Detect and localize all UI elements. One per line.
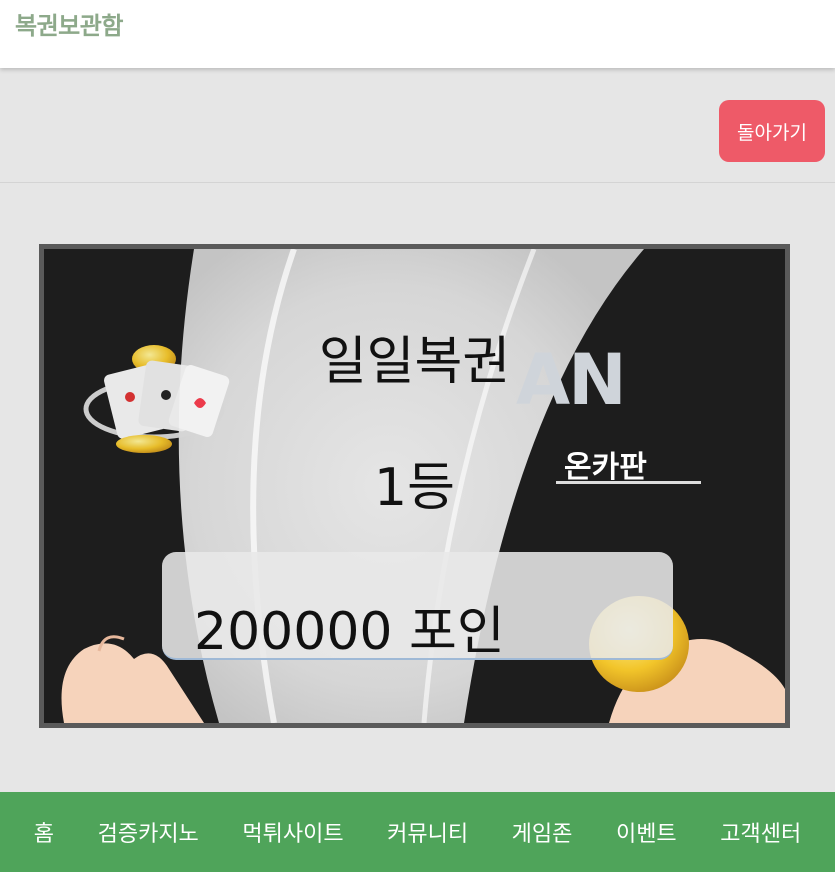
nav-item-events[interactable]: 이벤트 <box>616 816 677 848</box>
lottery-ticket[interactable]: AN 온카판 일일복권 1등 200000 포인 <box>39 244 790 728</box>
nav-item-support[interactable]: 고객센터 <box>720 816 801 848</box>
page-title: 복권보관함 <box>15 12 123 40</box>
nav-item-home[interactable]: 홈 <box>34 816 54 848</box>
lottery-prize: 200000 포인 <box>194 602 505 662</box>
back-button[interactable]: 돌아가기 <box>719 100 825 162</box>
toolbar: 돌아가기 <box>0 70 835 183</box>
nav-item-verified-casino[interactable]: 검증카지노 <box>98 816 199 848</box>
lottery-rank: 1등 <box>374 458 455 518</box>
lottery-name: 일일복권 <box>318 332 511 392</box>
bottom-nav: 홈 검증카지노 먹튀사이트 커뮤니티 게임존 이벤트 고객센터 <box>0 792 835 872</box>
nav-item-scam-sites[interactable]: 먹튀사이트 <box>242 816 343 848</box>
nav-item-community[interactable]: 커뮤니티 <box>387 816 468 848</box>
nav-item-game-zone[interactable]: 게임존 <box>512 816 573 848</box>
app-header: 복권보관함 <box>0 0 835 68</box>
